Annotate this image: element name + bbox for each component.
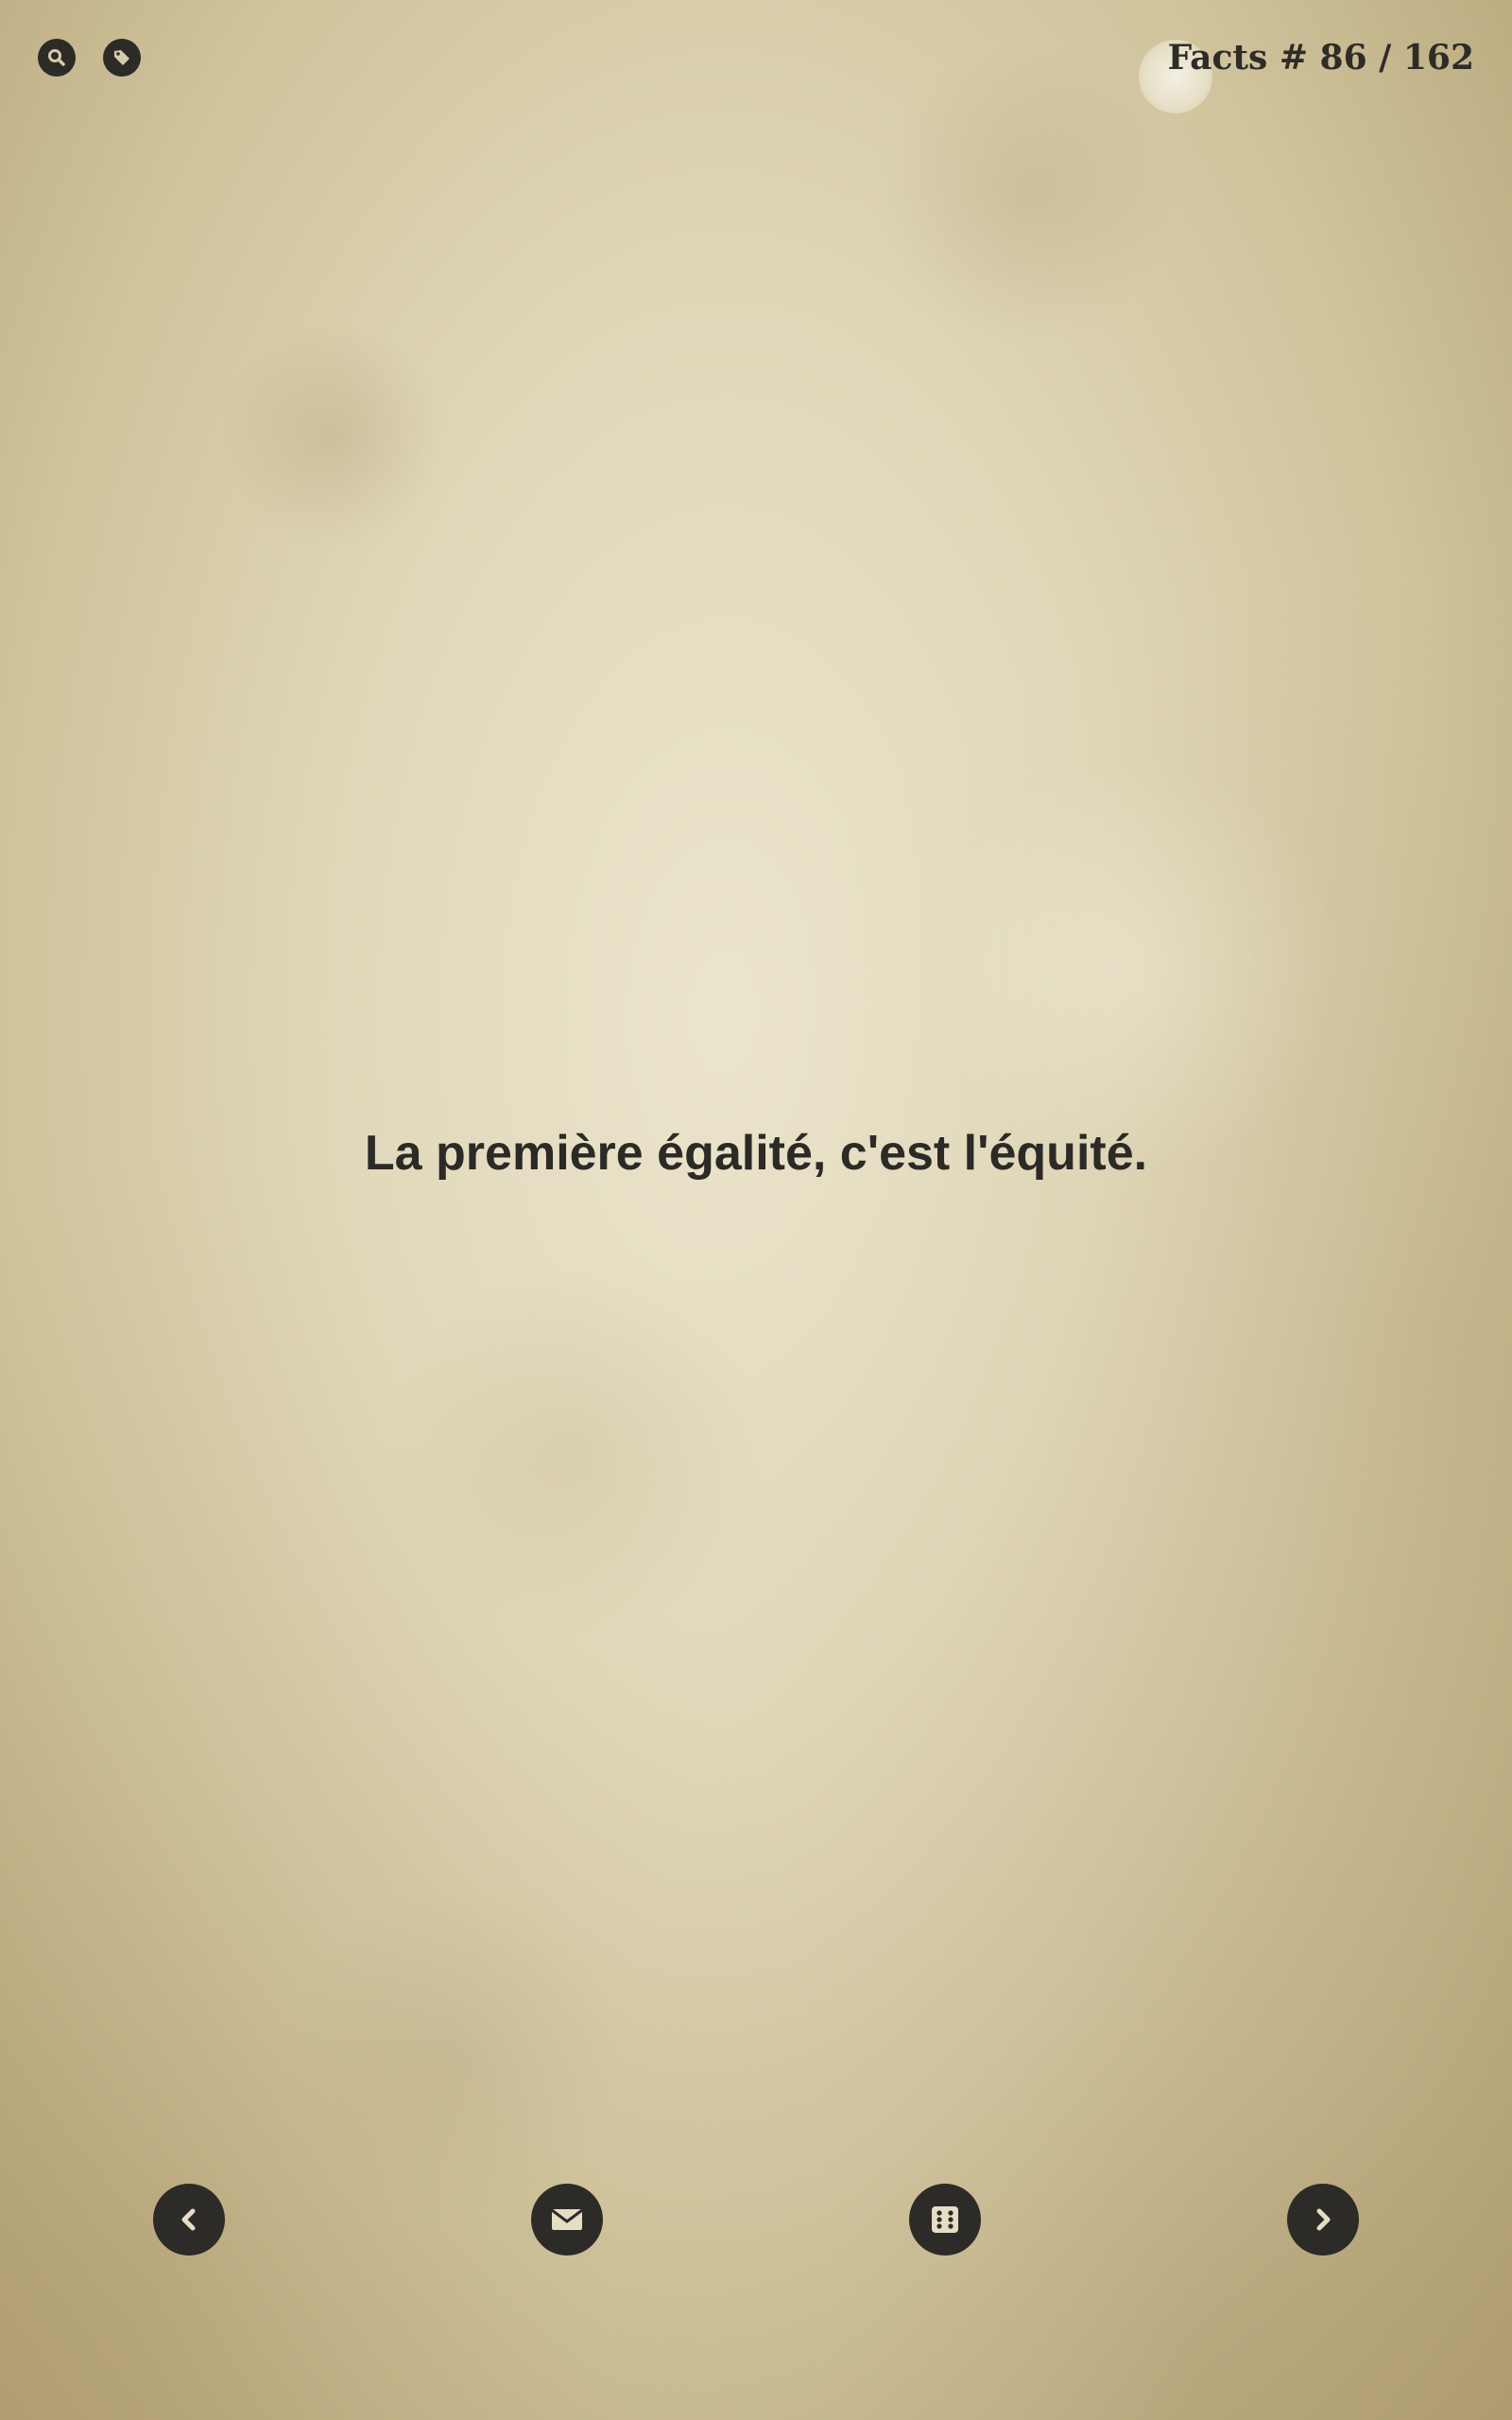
next-button[interactable] [1287, 2184, 1359, 2256]
tag-button[interactable] [103, 39, 141, 77]
previous-button[interactable] [153, 2184, 225, 2256]
paper-texture [0, 0, 1512, 2420]
random-button[interactable] [909, 2184, 981, 2256]
chevron-left-icon [181, 2208, 196, 2231]
search-icon [48, 49, 65, 66]
top-bar: Facts # 86 / 162 [0, 0, 1512, 123]
search-button[interactable] [38, 39, 76, 77]
fact-container: La première égalité, c'est l'équité. [0, 1125, 1512, 1182]
bottom-nav [0, 2184, 1512, 2259]
dice-icon [932, 2206, 958, 2233]
mail-icon [551, 2208, 583, 2230]
chevron-right-icon [1316, 2208, 1331, 2231]
mail-button[interactable] [531, 2184, 603, 2256]
tag-icon [114, 50, 129, 65]
fact-text: La première égalité, c'est l'équité. [364, 1126, 1148, 1181]
fact-counter: Facts # 86 / 162 [1167, 38, 1474, 78]
